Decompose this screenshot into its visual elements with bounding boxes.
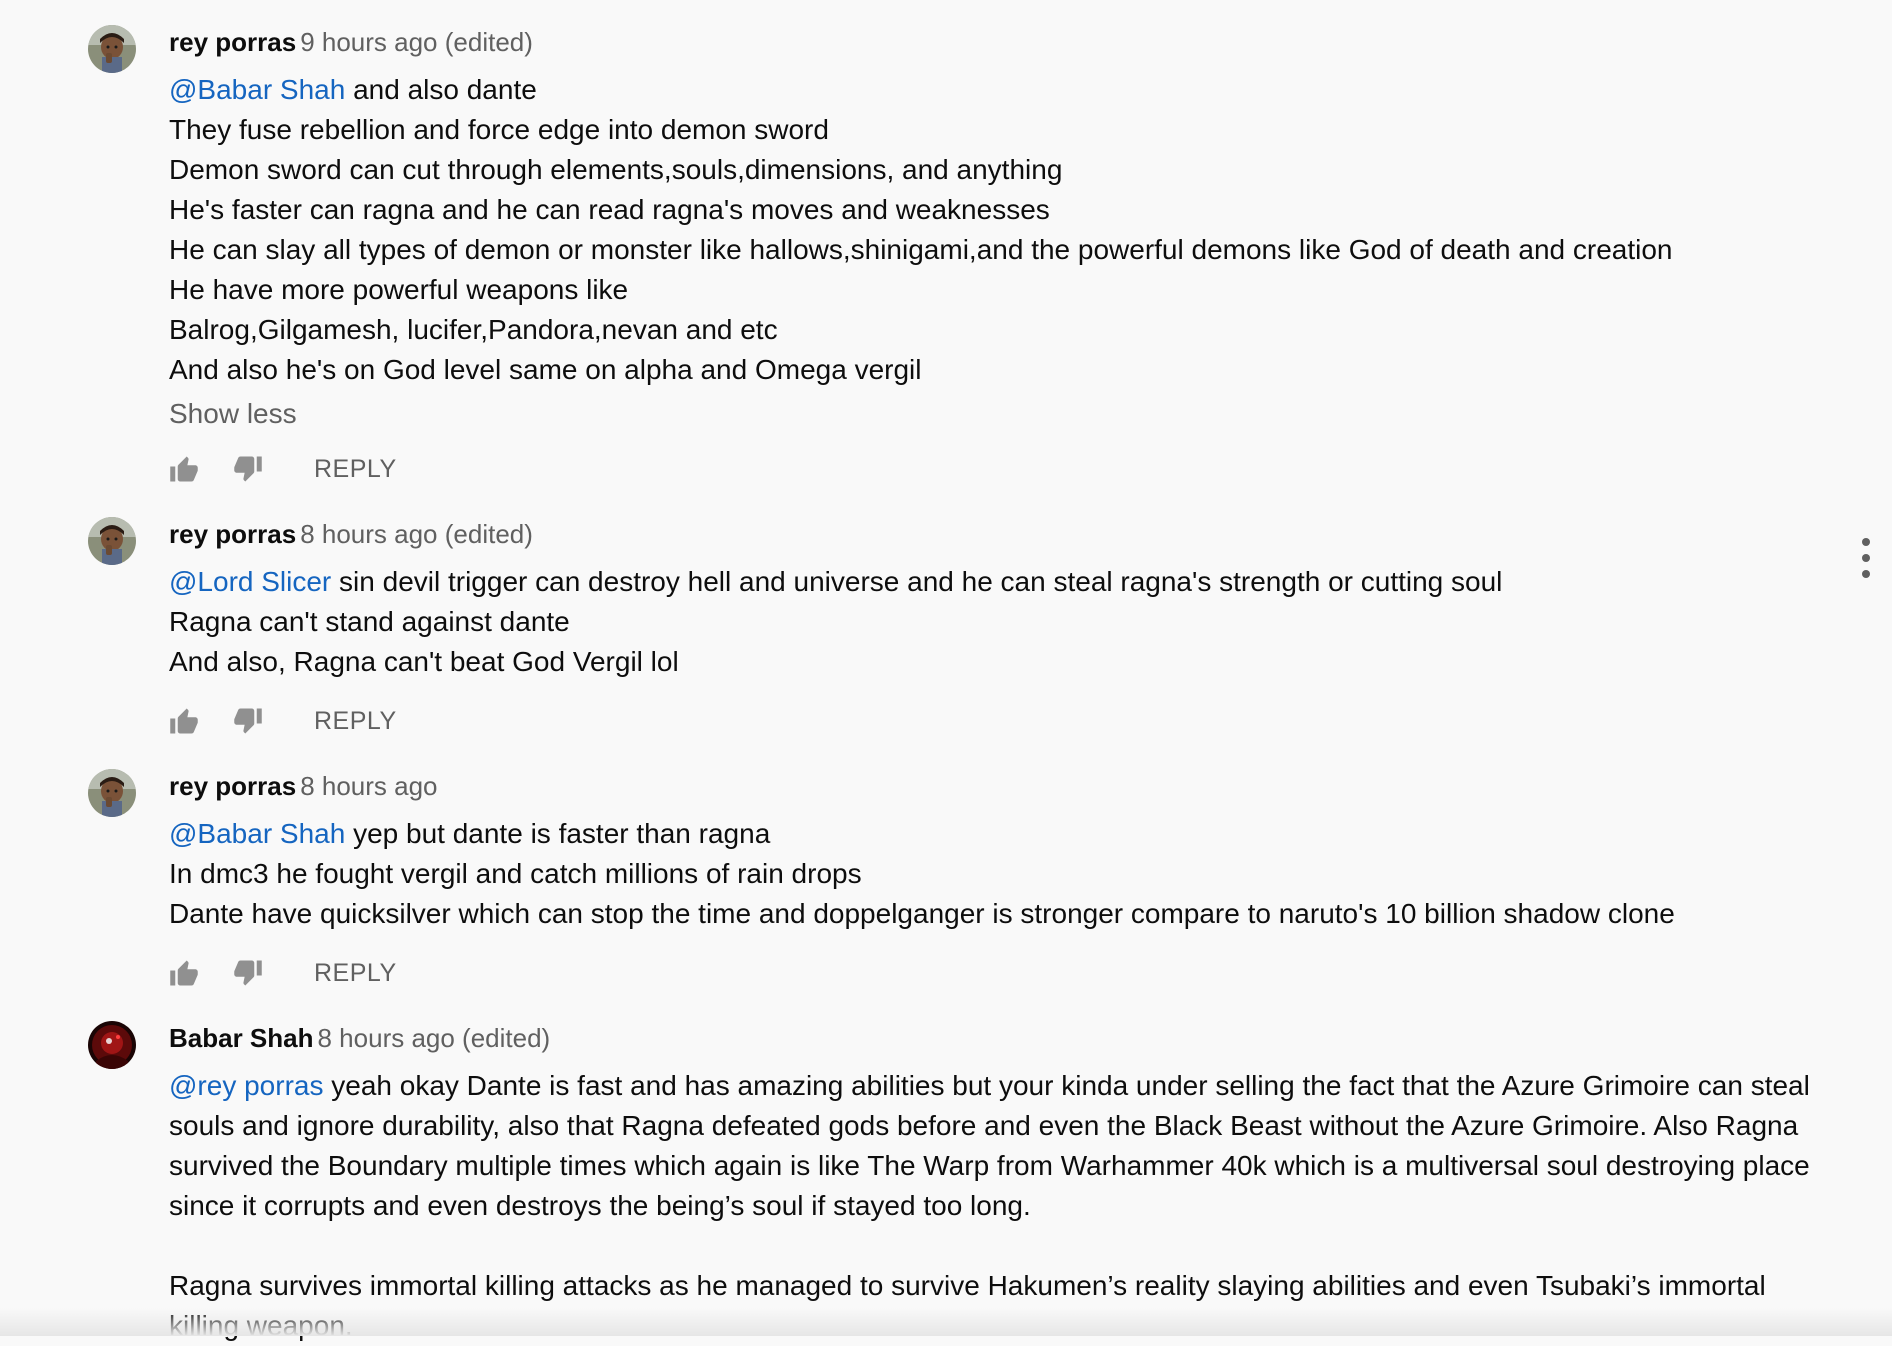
comment-header: rey porras 9 hours ago (edited) — [169, 26, 533, 58]
comment-first-line: @Babar Shah yep but dante is faster than… — [169, 814, 1869, 854]
comment-body: @Babar Shah and also dante They fuse reb… — [169, 70, 1869, 390]
comment-line: Balrog,Gilgamesh, lucifer,Pandora,nevan … — [169, 314, 778, 345]
comment-line: Ragna survives immortal killing attacks … — [169, 1270, 1766, 1301]
comment-text: sin devil trigger can destroy hell and u… — [331, 566, 1503, 597]
reply-button[interactable]: REPLY — [314, 455, 397, 484]
user-photo-avatar[interactable] — [88, 769, 136, 817]
comment-line: He's faster can ragna and he can read ra… — [169, 194, 1050, 225]
comment-author[interactable]: rey porras — [169, 519, 296, 549]
comment-body: @Babar Shah yep but dante is faster than… — [169, 814, 1869, 934]
thumbs-up-icon[interactable] — [166, 451, 202, 487]
comment-timestamp[interactable]: 8 hours ago (edited) — [300, 519, 533, 549]
comment-author[interactable]: rey porras — [169, 771, 296, 801]
reply-button[interactable]: REPLY — [314, 959, 397, 988]
comment-line: They fuse rebellion and force edge into … — [169, 114, 829, 145]
menu-dot — [1862, 570, 1870, 578]
user-photo-avatar[interactable] — [88, 517, 136, 565]
comment-actions: REPLY — [166, 953, 397, 993]
comment-first-line: @Lord Slicer sin devil trigger can destr… — [169, 562, 1869, 602]
bottom-fade — [0, 1308, 1892, 1336]
comment-first-line: @rey porras yeah okay Dante is fast and … — [169, 1066, 1869, 1106]
paragraph-break — [169, 1226, 1869, 1266]
comment-line: souls and ignore durability, also that R… — [169, 1110, 1799, 1141]
reply-button[interactable]: REPLY — [314, 707, 397, 736]
comment-line: Dante have quicksilver which can stop th… — [169, 898, 1675, 929]
comment-timestamp[interactable]: 8 hours ago — [300, 771, 437, 801]
red-character-avatar[interactable] — [88, 1021, 136, 1069]
menu-dot — [1862, 538, 1870, 546]
comment-actions: REPLY — [166, 449, 397, 489]
comment-line: survived the Boundary multiple times whi… — [169, 1150, 1810, 1181]
comment-author[interactable]: Babar Shah — [169, 1023, 314, 1053]
thumbs-down-icon[interactable] — [230, 955, 266, 991]
menu-dot — [1862, 554, 1870, 562]
thumbs-up-icon[interactable] — [166, 703, 202, 739]
comment-text: yep but dante is faster than ragna — [345, 818, 771, 849]
comment-header: rey porras 8 hours ago — [169, 770, 438, 802]
comment-body: @rey porras yeah okay Dante is fast and … — [169, 1066, 1869, 1346]
comment-line: since it corrupts and even destroys the … — [169, 1190, 1031, 1221]
mention-link[interactable]: @rey porras — [169, 1070, 323, 1101]
comment-line: And also, Ragna can't beat God Vergil lo… — [169, 646, 679, 677]
comment-first-line: @Babar Shah and also dante — [169, 70, 1869, 110]
comment-timestamp[interactable]: 8 hours ago (edited) — [318, 1023, 551, 1053]
comment-text: and also dante — [345, 74, 537, 105]
comment-line: Demon sword can cut through elements,sou… — [169, 154, 1063, 185]
thumbs-down-icon[interactable] — [230, 703, 266, 739]
comment-actions: REPLY — [166, 701, 397, 741]
user-photo-avatar[interactable] — [88, 25, 136, 73]
comment-text: yeah okay Dante is fast and has amazing … — [323, 1070, 1810, 1101]
comment-author[interactable]: rey porras — [169, 27, 296, 57]
comment-line: He have more powerful weapons like — [169, 274, 629, 305]
mention-link[interactable]: @Babar Shah — [169, 74, 345, 105]
comment-header: Babar Shah 8 hours ago (edited) — [169, 1022, 550, 1054]
comment-line: In dmc3 he fought vergil and catch milli… — [169, 858, 862, 889]
mention-link[interactable]: @Lord Slicer — [169, 566, 331, 597]
comment-body: @Lord Slicer sin devil trigger can destr… — [169, 562, 1869, 682]
thumbs-down-icon[interactable] — [230, 451, 266, 487]
mention-link[interactable]: @Babar Shah — [169, 818, 345, 849]
show-less-button[interactable]: Show less — [169, 394, 297, 434]
comment-timestamp[interactable]: 9 hours ago (edited) — [300, 27, 533, 57]
comment-line: Ragna can't stand against dante — [169, 606, 570, 637]
more-vertical-icon[interactable] — [1854, 538, 1878, 578]
thumbs-up-icon[interactable] — [166, 955, 202, 991]
comment-header: rey porras 8 hours ago (edited) — [169, 518, 533, 550]
comment-line: He can slay all types of demon or monste… — [169, 234, 1673, 265]
comment-line: And also he's on God level same on alpha… — [169, 354, 922, 385]
